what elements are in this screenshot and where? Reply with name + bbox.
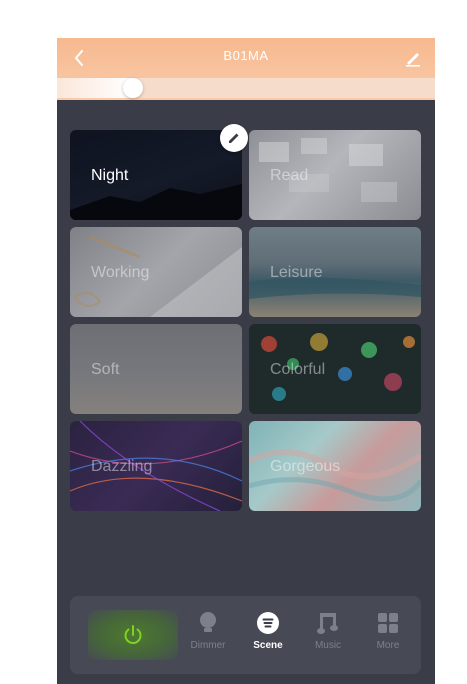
scene-tile-leisure[interactable]: Leisure [249,227,421,317]
scene-list-icon [257,612,279,634]
scene-label: Read [270,167,309,184]
grid-icon [378,613,398,633]
brightness-slider[interactable] [57,78,435,98]
header: B01MA [57,38,435,100]
nav-dimmer[interactable]: Dimmer [183,610,233,660]
scene-label: Dazzling [91,458,153,475]
scene-label: Working [91,264,150,281]
nav-music[interactable]: Music [303,610,353,660]
nav-label: Dimmer [190,640,226,651]
scene-label: Colorful [270,361,326,378]
scene-tile-read[interactable]: Read [249,130,421,220]
nav-label: Music [314,640,342,651]
power-icon [124,625,142,644]
scene-tile-soft[interactable]: Soft [70,324,242,414]
edit-scene-button[interactable] [220,124,248,152]
scene-label: Gorgeous [270,458,341,475]
brightness-slider-fill [57,78,133,98]
pencil-icon [229,133,239,143]
music-note-icon [317,613,338,634]
app-screen: B01MA Night Read Working Leisure Soft Co… [57,38,435,684]
scene-tile-gorgeous[interactable]: Gorgeous [249,421,421,511]
bottom-bar: Dimmer Scene Music More [70,596,421,674]
scene-label: Leisure [270,264,323,281]
nav-label: More [376,640,400,651]
nav-scene[interactable]: Scene [243,610,293,660]
brightness-slider-thumb[interactable] [123,78,143,98]
power-button[interactable] [88,610,178,660]
pencil-icon [406,53,420,67]
nav-more[interactable]: More [363,610,413,660]
device-title: B01MA [223,48,269,63]
scene-tile-colorful[interactable]: Colorful [249,324,421,414]
bulb-icon [200,612,216,632]
scene-tile-night[interactable]: Night [70,130,242,220]
edit-name-button[interactable] [399,44,427,72]
scene-tile-working[interactable]: Working [70,227,242,317]
scene-label: Soft [91,361,120,378]
scene-tile-dazzling[interactable]: Dazzling [70,421,242,511]
nav-label: Scene [253,640,283,651]
scene-label: Night [91,167,129,184]
